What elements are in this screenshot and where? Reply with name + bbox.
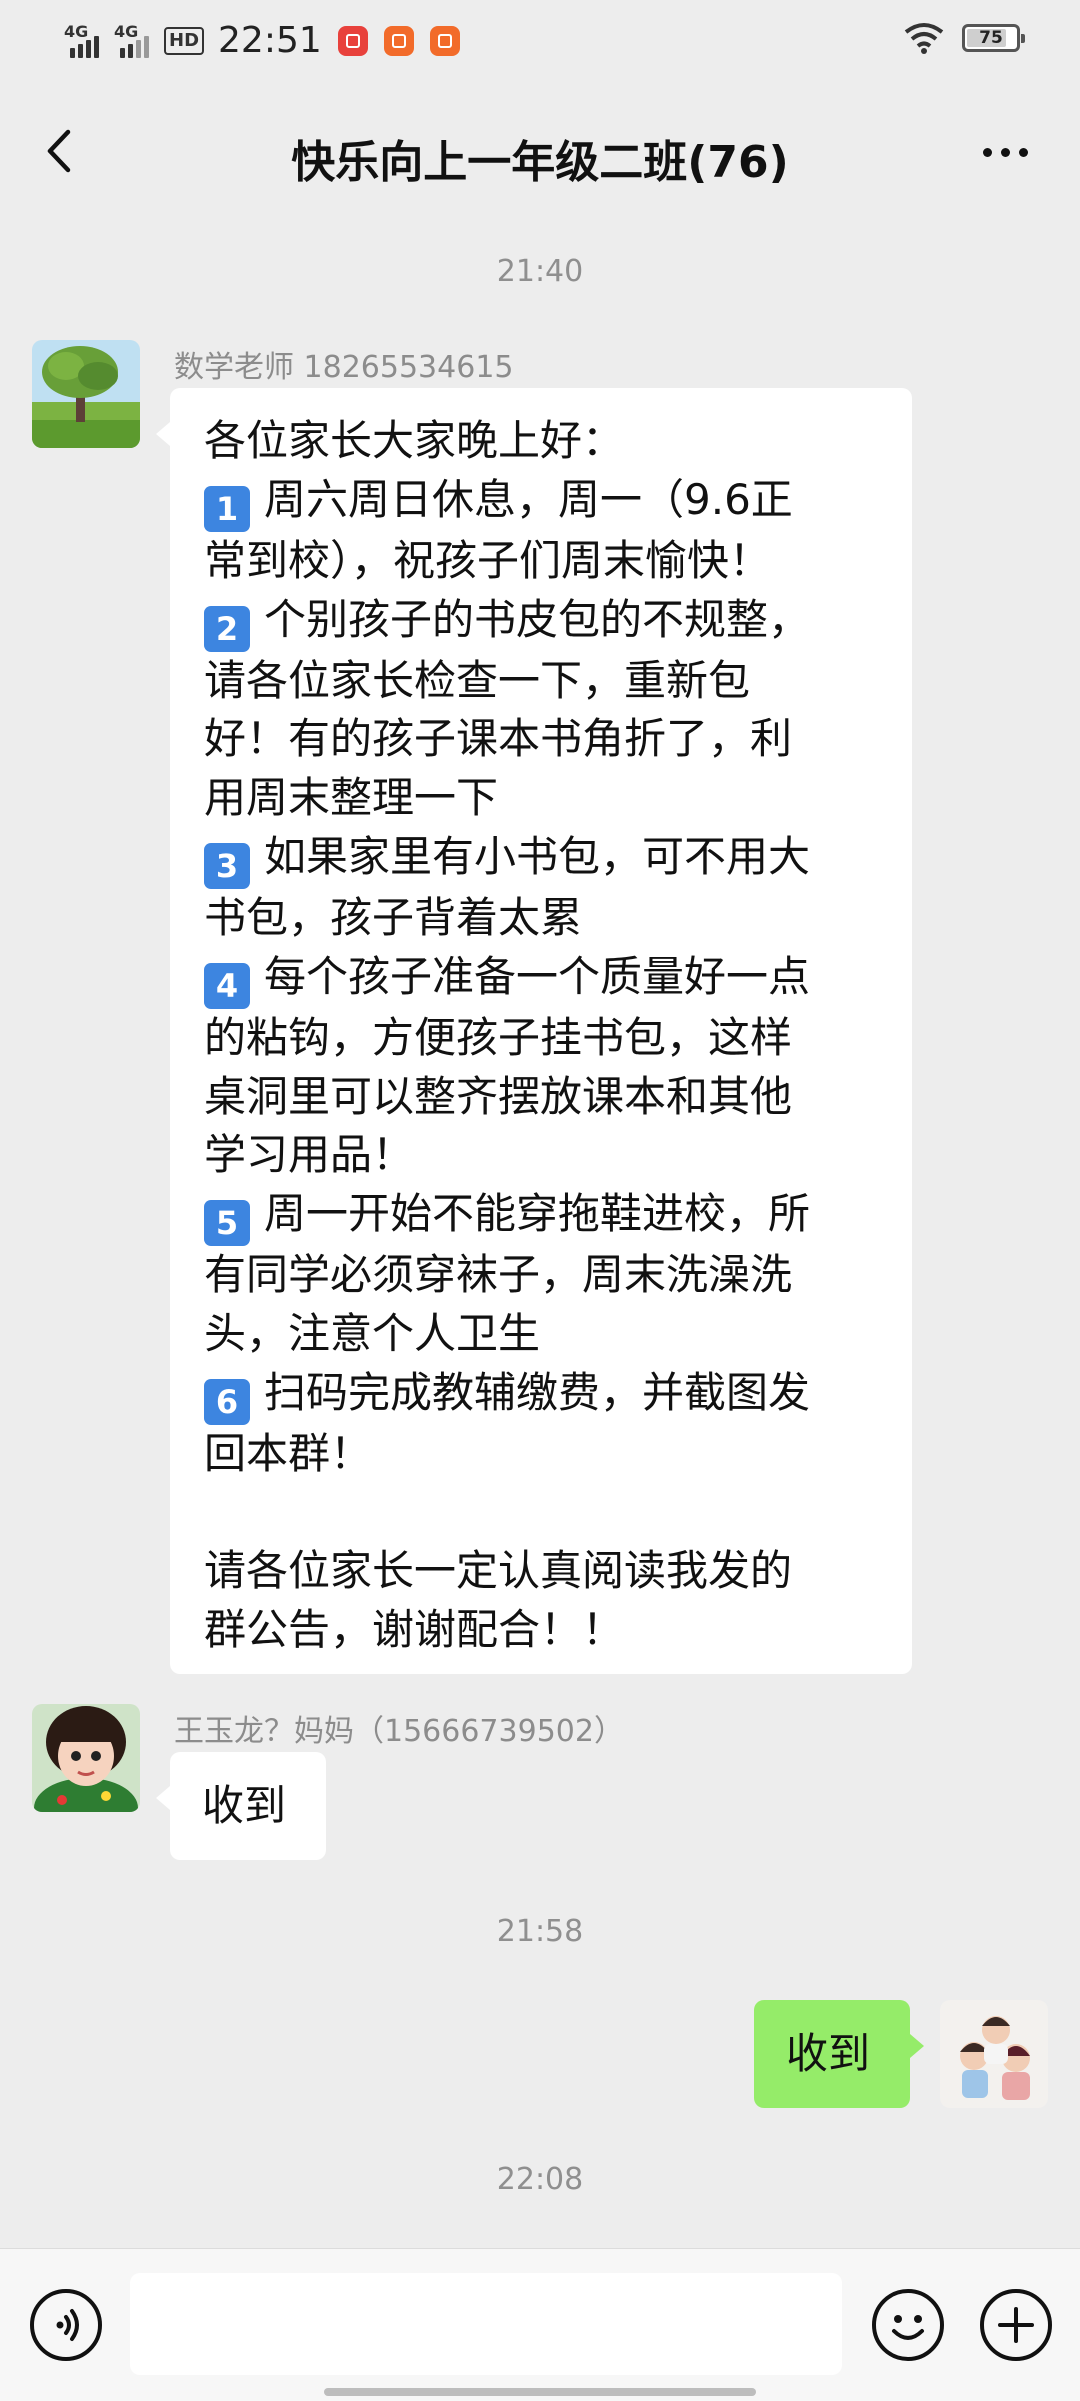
voice-icon <box>56 2309 79 2341</box>
my-avatar[interactable] <box>940 2000 1048 2108</box>
message-bubble[interactable]: 收到 <box>156 1752 326 1860</box>
avatar[interactable] <box>32 340 140 448</box>
cellular-signal-icon: 4G <box>64 22 104 58</box>
number-5-icon: 5 <box>204 1200 250 1247</box>
number-1-icon: 1 <box>204 485 250 532</box>
message-text: 收到 <box>202 1780 287 1830</box>
message-timestamp: 21:58 <box>496 1914 584 1949</box>
message-timestamp: 22:08 <box>496 2162 584 2197</box>
message-timestamp: 21:40 <box>496 254 584 289</box>
more-options-button[interactable] <box>970 122 1040 182</box>
announcement-text: 各位家长大家晚上好： 1 周六周日休息，周一（9.6正 常到校），祝孩子们周末愉快… <box>204 416 811 1655</box>
battery-level: 75 <box>979 28 1003 48</box>
plus-button[interactable] <box>980 2289 1052 2361</box>
more-dots-icon <box>982 147 992 157</box>
hd-voice-icon: HD <box>164 26 205 55</box>
children-photo-avatar-icon <box>940 2000 1048 2108</box>
battery-icon: 75 <box>962 24 1025 52</box>
chevron-left-icon <box>47 129 71 173</box>
app-notification-icon <box>383 25 414 56</box>
tree-landscape-avatar-icon <box>32 340 140 448</box>
announcement-bubble[interactable]: 各位家长大家晚上好： 1 周六周日休息，周一（9.6正 常到校），祝孩子们周末愉快… <box>156 388 912 1674</box>
avatar[interactable] <box>32 1704 140 1812</box>
my-message-bubble[interactable]: 收到 <box>754 2000 924 2108</box>
emoji-button[interactable] <box>872 2289 944 2361</box>
sender-name: 王玉龙？妈妈（15666739502） <box>174 1714 624 1749</box>
plus-icon <box>998 2307 1034 2343</box>
home-indicator[interactable] <box>324 2388 756 2396</box>
message-input[interactable] <box>130 2273 842 2375</box>
child-photo-avatar-icon <box>32 1704 140 1812</box>
number-4-icon: 4 <box>204 962 250 1009</box>
number-3-icon: 3 <box>204 842 250 889</box>
number-2-icon: 2 <box>204 605 250 652</box>
app-notification-icon <box>429 25 460 56</box>
wifi-icon <box>904 23 944 54</box>
app-notification-icon <box>337 25 368 56</box>
sender-name: 数学老师 18265534615 <box>174 350 514 385</box>
message-text: 收到 <box>786 2028 871 2078</box>
chat-title: 快乐向上一年级二班(76) <box>291 137 789 188</box>
status-time: 22:51 <box>218 20 322 61</box>
voice-button[interactable] <box>30 2289 102 2361</box>
back-button[interactable] <box>30 116 100 186</box>
cellular-signal-icon: 4G <box>114 22 154 58</box>
emoji-icon <box>892 2315 924 2340</box>
status-bar: 4G 4G HD 22:51 75 <box>0 0 1080 86</box>
title-bar: 快乐向上一年级二班(76) <box>0 86 1080 220</box>
input-bar <box>0 2248 1080 2401</box>
number-6-icon: 6 <box>204 1378 250 1425</box>
